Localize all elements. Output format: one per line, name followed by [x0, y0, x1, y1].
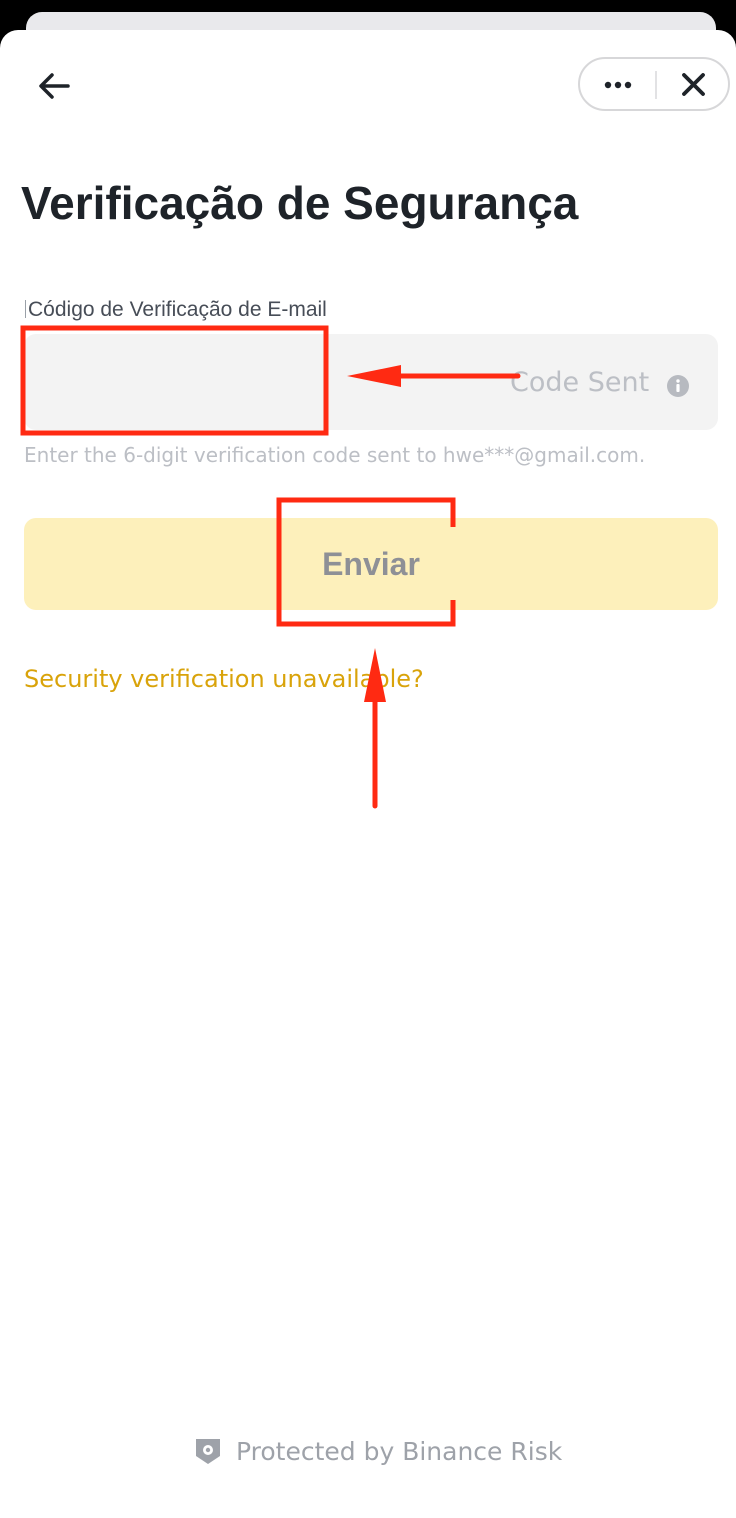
security-unavailable-link[interactable]: Security verification unavailable? [24, 664, 424, 694]
page-title: Verificação de Segurança [21, 177, 579, 229]
more-button[interactable] [590, 65, 648, 105]
menu-capsule [578, 57, 730, 111]
arrow-left-icon [39, 73, 70, 99]
close-icon [682, 73, 705, 96]
shield-icon [196, 1439, 220, 1464]
capsule-divider [655, 71, 657, 99]
email-code-label-text: Código de Verificação de E-mail [28, 298, 327, 321]
text-caret [25, 300, 26, 318]
more-horizontal-icon [604, 81, 632, 89]
footer-text: Protected by Binance Risk [236, 1437, 563, 1466]
email-code-input[interactable] [24, 334, 484, 430]
email-code-field: Code Sent [24, 334, 718, 430]
close-button[interactable] [668, 65, 720, 105]
code-sent-status: Code Sent [510, 367, 650, 398]
email-code-label: Código de Verificação de E-mail [25, 297, 327, 323]
verification-sheet: Verificação de Segurança Código de Verif… [0, 30, 736, 1518]
submit-button[interactable]: Enviar [24, 518, 718, 610]
helper-text: Enter the 6-digit verification code sent… [24, 443, 646, 467]
back-button[interactable] [30, 68, 78, 104]
info-icon[interactable] [666, 374, 690, 398]
